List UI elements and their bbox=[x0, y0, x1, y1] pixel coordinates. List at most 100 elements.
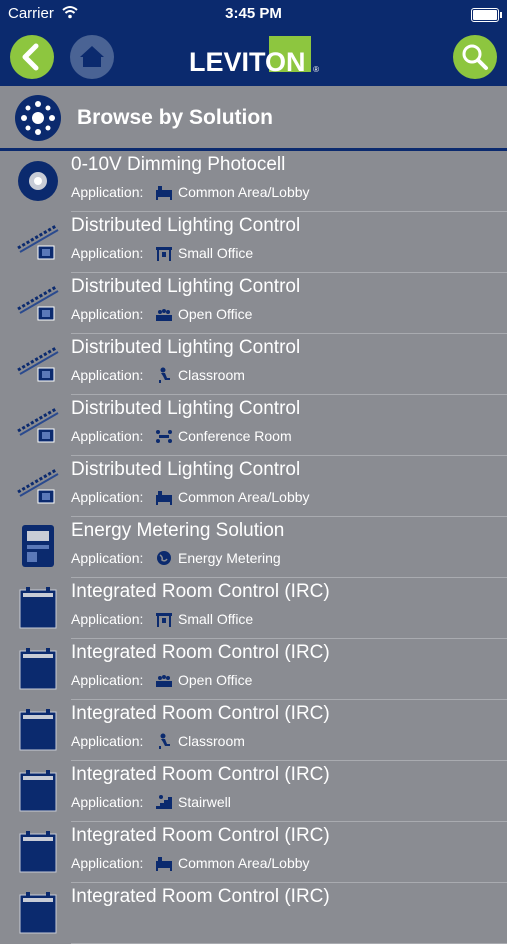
application-value: Classroom bbox=[178, 367, 245, 383]
application-label: Application: bbox=[71, 367, 144, 383]
clock: 3:45 PM bbox=[225, 5, 282, 22]
open-office-icon bbox=[155, 306, 173, 325]
application-value: Small Office bbox=[178, 611, 254, 627]
search-icon bbox=[462, 44, 488, 70]
application-line: Application: Small Office bbox=[71, 611, 253, 630]
list-item[interactable]: Distributed Lighting Control Application… bbox=[0, 334, 507, 395]
open-office-icon bbox=[155, 672, 173, 691]
application-value: Common Area/Lobby bbox=[178, 855, 310, 871]
chevron-left-icon bbox=[22, 43, 39, 71]
application-value: Conference Room bbox=[178, 428, 292, 444]
solution-title: Distributed Lighting Control bbox=[71, 276, 301, 297]
application-line: Application: Energy Metering bbox=[71, 550, 281, 569]
application-value: Small Office bbox=[178, 245, 254, 261]
application-label: Application: bbox=[71, 855, 144, 871]
application-value: Open Office bbox=[178, 306, 253, 322]
home-icon bbox=[80, 46, 104, 67]
status-bar: Carrier 3:45 PM bbox=[0, 0, 507, 28]
application-value: Energy Metering bbox=[178, 550, 281, 566]
application-label: Application: bbox=[71, 428, 144, 444]
solution-title: Integrated Room Control (IRC) bbox=[71, 581, 330, 602]
list-item[interactable]: Distributed Lighting Control Application… bbox=[0, 456, 507, 517]
application-line: Application: Stairwell bbox=[71, 794, 231, 813]
application-line: Application: Conference Room bbox=[71, 428, 292, 447]
distributed-control-icon bbox=[16, 401, 60, 447]
distributed-control-icon bbox=[16, 340, 60, 386]
list-item[interactable]: Distributed Lighting Control Application… bbox=[0, 395, 507, 456]
section-header: Browse by Solution bbox=[0, 86, 507, 151]
list-item[interactable]: Integrated Room Control (IRC) Applicatio… bbox=[0, 639, 507, 700]
application-label: Application: bbox=[71, 550, 144, 566]
application-value: Common Area/Lobby bbox=[178, 184, 310, 200]
back-button[interactable] bbox=[10, 35, 54, 79]
list-item[interactable]: Integrated Room Control (IRC) Applicatio… bbox=[0, 700, 507, 761]
lobby-icon bbox=[155, 855, 173, 874]
list-item[interactable]: Integrated Room Control (IRC) Applicatio… bbox=[0, 822, 507, 883]
list-item[interactable]: Distributed Lighting Control Application… bbox=[0, 273, 507, 334]
nav-bar: LEVITON ® bbox=[0, 28, 507, 86]
home-button[interactable] bbox=[70, 35, 114, 79]
conference-room-icon bbox=[155, 428, 173, 447]
application-line: Application: Common Area/Lobby bbox=[71, 184, 310, 203]
room-controller-icon bbox=[16, 828, 60, 874]
application-label: Application: bbox=[71, 306, 144, 322]
section-title: Browse by Solution bbox=[77, 106, 274, 129]
distributed-control-icon bbox=[16, 218, 60, 264]
application-line: Application: Classroom bbox=[71, 367, 245, 386]
application-label: Application: bbox=[71, 184, 144, 200]
solution-title: Distributed Lighting Control bbox=[71, 459, 301, 480]
list-item[interactable]: Integrated Room Control (IRC) Applicatio… bbox=[0, 761, 507, 822]
list-item[interactable]: Energy Metering Solution Application: Ene… bbox=[0, 517, 507, 578]
application-label: Application: bbox=[71, 672, 144, 688]
application-label: Application: bbox=[71, 489, 144, 505]
application-value: Common Area/Lobby bbox=[178, 489, 310, 505]
room-controller-icon bbox=[16, 889, 60, 935]
solution-wheel-icon bbox=[15, 95, 61, 141]
lobby-icon bbox=[155, 184, 173, 203]
application-line: Application: Classroom bbox=[71, 733, 245, 752]
solution-title: Distributed Lighting Control bbox=[71, 337, 301, 358]
photocell-icon bbox=[16, 157, 60, 203]
application-label: Application: bbox=[71, 245, 144, 261]
classroom-icon bbox=[155, 367, 173, 386]
globe-icon bbox=[155, 550, 173, 569]
solution-title: Energy Metering Solution bbox=[71, 520, 285, 541]
distributed-control-icon bbox=[16, 279, 60, 325]
leviton-logo: LEVITON ® bbox=[189, 36, 319, 78]
solution-title: Integrated Room Control (IRC) bbox=[71, 764, 330, 785]
application-line: Application: Open Office bbox=[71, 672, 252, 691]
solution-title: Integrated Room Control (IRC) bbox=[71, 642, 330, 663]
classroom-icon bbox=[155, 733, 173, 752]
application-line: Application: Small Office bbox=[71, 245, 253, 264]
logo-registered-mark: ® bbox=[313, 65, 319, 74]
solution-list: 0-10V Dimming Photocell Application: Comm… bbox=[0, 151, 507, 944]
energy-meter-icon bbox=[16, 523, 60, 569]
distributed-control-icon bbox=[16, 462, 60, 508]
room-controller-icon bbox=[16, 645, 60, 691]
list-item[interactable]: Integrated Room Control (IRC) bbox=[0, 883, 507, 944]
solution-title: 0-10V Dimming Photocell bbox=[71, 154, 286, 175]
application-label: Application: bbox=[71, 794, 144, 810]
room-controller-icon bbox=[16, 584, 60, 630]
application-value: Stairwell bbox=[178, 794, 231, 810]
solution-title: Distributed Lighting Control bbox=[71, 398, 301, 419]
solution-title: Integrated Room Control (IRC) bbox=[71, 703, 330, 724]
application-line: Application: Common Area/Lobby bbox=[71, 489, 310, 508]
small-office-icon bbox=[155, 245, 173, 264]
room-controller-icon bbox=[16, 706, 60, 752]
application-label: Application: bbox=[71, 611, 144, 627]
list-item[interactable]: Distributed Lighting Control Application… bbox=[0, 212, 507, 273]
search-button[interactable] bbox=[453, 35, 497, 79]
application-label: Application: bbox=[71, 733, 144, 749]
application-line: Application: Open Office bbox=[71, 306, 252, 325]
room-controller-icon bbox=[16, 767, 60, 813]
battery-icon bbox=[471, 8, 502, 22]
small-office-icon bbox=[155, 611, 173, 630]
stairwell-icon bbox=[155, 794, 173, 813]
solution-title: Distributed Lighting Control bbox=[71, 215, 301, 236]
application-line: Application: Common Area/Lobby bbox=[71, 855, 310, 874]
list-item[interactable]: Integrated Room Control (IRC) Applicatio… bbox=[0, 578, 507, 639]
list-item[interactable]: 0-10V Dimming Photocell Application: Comm… bbox=[0, 151, 507, 212]
application-value: Open Office bbox=[178, 672, 253, 688]
lobby-icon bbox=[155, 489, 173, 508]
